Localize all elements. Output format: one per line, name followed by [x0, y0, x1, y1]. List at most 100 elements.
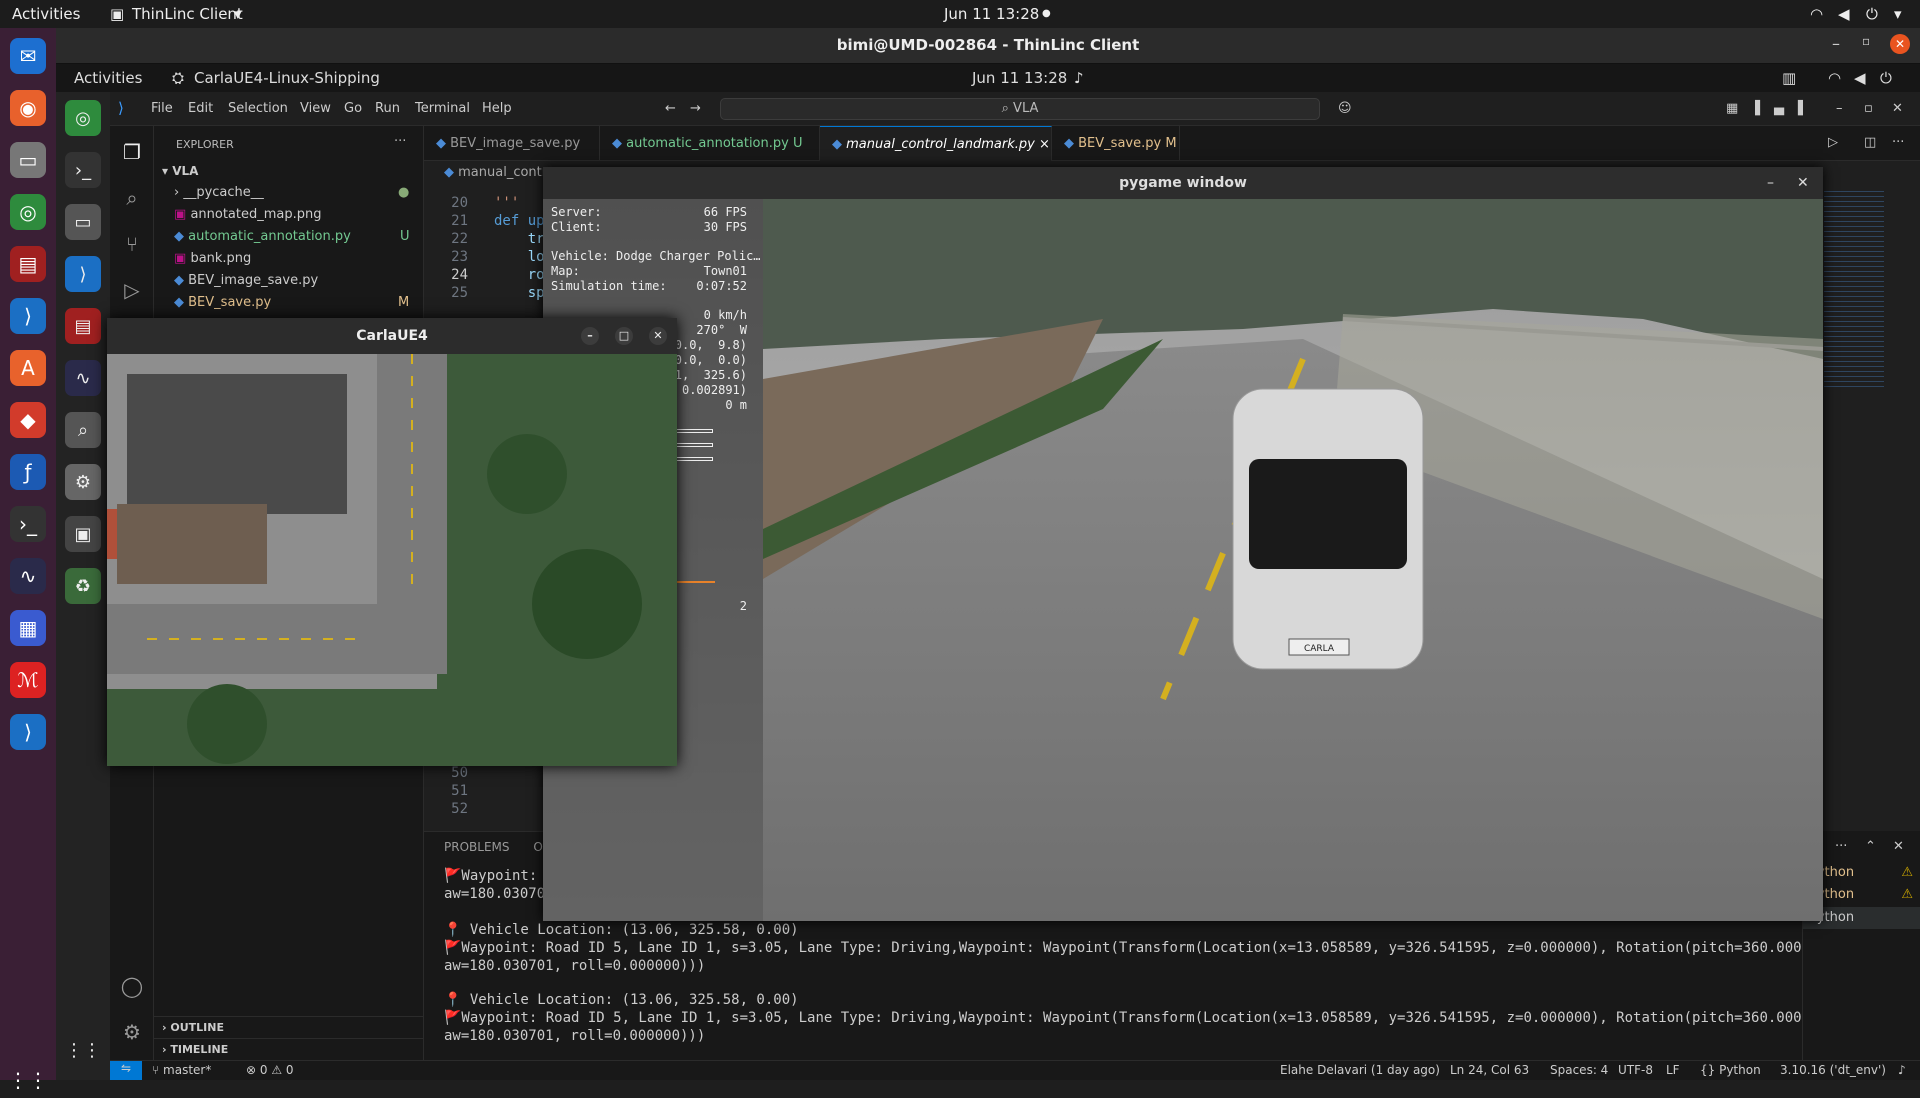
vscode-2-icon[interactable]: ⟩	[10, 714, 46, 750]
menu-selection[interactable]: Selection	[228, 101, 288, 116]
menu-terminal[interactable]: Terminal	[415, 101, 470, 116]
remote-disk-icon[interactable]: ▣	[65, 516, 101, 552]
text-editor-icon[interactable]: ℳ	[10, 662, 46, 698]
toggle-secondary-icon[interactable]: ▌	[1798, 101, 1808, 116]
search-view-icon[interactable]: ⌕	[118, 184, 146, 212]
menu-go[interactable]: Go	[344, 101, 362, 116]
remote-volume-icon[interactable]: ◀	[1854, 69, 1866, 87]
carla-maximize-icon[interactable]: □	[615, 327, 633, 345]
power-icon[interactable]: ⏻	[1866, 5, 1878, 23]
bev-view[interactable]	[107, 354, 677, 766]
volume-icon[interactable]: ◀	[1838, 5, 1850, 23]
remote-viewer-icon[interactable]: ▤	[65, 308, 101, 344]
back-arrow-icon[interactable]: ←	[665, 101, 676, 116]
bell-icon[interactable]: ♪	[1074, 69, 1084, 87]
network-icon[interactable]: ▥	[1782, 69, 1796, 87]
editor-more-icon[interactable]: ···	[1892, 135, 1904, 150]
show-apps-icon[interactable]: ⋮⋮	[8, 1062, 48, 1098]
toggle-panel-icon[interactable]: ▄	[1774, 101, 1784, 116]
app-menu[interactable]: ThinLinc Client	[132, 5, 243, 23]
remote-trash-icon[interactable]: ♻	[65, 568, 101, 604]
menu-run[interactable]: Run	[375, 101, 400, 116]
remote-wifi-icon[interactable]: ◠	[1828, 69, 1841, 87]
remote-search-icon[interactable]: ⌕	[65, 412, 101, 448]
pygame-minimize-icon[interactable]: –	[1767, 167, 1774, 199]
vscode-icon[interactable]: ⟩	[10, 298, 46, 334]
tab-manual-control-landmark[interactable]: ◆ manual_control_landmark.py ×	[820, 126, 1052, 161]
terminal-entry[interactable]: Python ⚠	[1809, 887, 1917, 902]
notifications-icon[interactable]: ♪	[1898, 1063, 1906, 1077]
copilot-icon[interactable]: ☺	[1338, 101, 1352, 116]
cursor-position[interactable]: Ln 24, Col 63	[1450, 1063, 1529, 1077]
remote-indicator-icon[interactable]: ⇋	[110, 1061, 142, 1080]
vs-minimize-icon[interactable]: –	[1836, 101, 1843, 116]
list-item[interactable]: ◆ automatic_annotation.py U	[154, 226, 424, 248]
account-icon[interactable]: ◯	[118, 972, 146, 1000]
thinlinc-icon[interactable]: ƒ	[10, 454, 46, 490]
tab-automatic-annotation[interactable]: ◆ automatic_annotation.py U	[600, 126, 820, 161]
wifi-icon[interactable]: ◠	[1810, 5, 1823, 23]
remote-monitor-icon[interactable]: ∿	[65, 360, 101, 396]
toggle-sidebar-icon[interactable]: ▐	[1750, 101, 1760, 116]
forward-arrow-icon[interactable]: →	[690, 101, 701, 116]
timeline-section[interactable]: › TIMELINE	[154, 1038, 424, 1060]
problems-indicator[interactable]: ⊗ 0 ⚠ 0	[246, 1063, 294, 1077]
menu-help[interactable]: Help	[482, 101, 512, 116]
eol[interactable]: LF	[1666, 1063, 1680, 1077]
anydesk-icon[interactable]: ◆	[10, 402, 46, 438]
indentation[interactable]: Spaces: 4	[1550, 1063, 1608, 1077]
restore-icon[interactable]: ▫	[1862, 34, 1870, 48]
explorer-icon[interactable]: ❐	[118, 138, 146, 166]
minimap[interactable]	[1824, 191, 1884, 391]
list-item[interactable]: › __pycache__ ●	[154, 182, 424, 204]
split-editor-icon[interactable]: ◫	[1864, 135, 1876, 150]
system-menu-chevron-icon[interactable]: ▾	[1894, 5, 1902, 23]
interpreter[interactable]: 3.10.16 ('dt_env')	[1780, 1063, 1886, 1077]
language-mode[interactable]: {} Python	[1700, 1063, 1761, 1077]
list-item[interactable]: ▣ bank.png	[154, 248, 424, 270]
list-item[interactable]: ◆ BEV_save.py M	[154, 292, 424, 314]
remote-settings-icon[interactable]: ⚙	[65, 464, 101, 500]
pygame-titlebar[interactable]: pygame window – ✕	[543, 167, 1823, 199]
files-icon[interactable]: ▭	[10, 142, 46, 178]
carla-titlebar[interactable]: CarlaUE4 – □ ✕	[107, 318, 677, 354]
folder-root-vla[interactable]: ▾ VLA	[154, 160, 424, 182]
remote-app-menu[interactable]: CarlaUE4-Linux-Shipping	[194, 69, 380, 87]
list-item[interactable]: ▣ annotated_map.png	[154, 204, 424, 226]
terminal-icon[interactable]: ›_	[10, 506, 46, 542]
git-blame[interactable]: Elahe Delavari (1 day ago)	[1280, 1063, 1440, 1077]
tab-bev-image-save[interactable]: ◆ BEV_image_save.py	[424, 126, 600, 161]
firefox-icon[interactable]: ◉	[10, 90, 46, 126]
terminal-entry[interactable]: Python ⚠	[1809, 865, 1917, 880]
remote-show-apps-icon[interactable]: ⋮⋮	[65, 1032, 101, 1068]
menu-file[interactable]: File	[151, 101, 173, 116]
encoding[interactable]: UTF-8	[1618, 1063, 1653, 1077]
remote-desktop-icon[interactable]: ▤	[10, 246, 46, 282]
tab-bev-save[interactable]: ◆ BEV_save.py M	[1052, 126, 1180, 161]
chrome-icon[interactable]: ◎	[10, 194, 46, 230]
list-item[interactable]: ◆ BEV_image_save.py	[154, 270, 424, 292]
remote-files-icon[interactable]: ▭	[65, 204, 101, 240]
menu-view[interactable]: View	[300, 101, 331, 116]
run-file-icon[interactable]: ▷	[1828, 135, 1838, 150]
outline-section[interactable]: › OUTLINE	[154, 1016, 424, 1038]
pygame-close-icon[interactable]: ✕	[1797, 167, 1809, 199]
manage-gear-icon[interactable]: ⚙	[118, 1018, 146, 1046]
command-center-search[interactable]: ⌕ VLA	[720, 98, 1320, 120]
remote-activities-button[interactable]: Activities	[74, 69, 142, 87]
tab-close-icon[interactable]: ×	[1039, 137, 1050, 152]
branch-indicator[interactable]: ⑂ master*	[152, 1063, 211, 1077]
carla-close-icon[interactable]: ✕	[649, 327, 667, 345]
remote-power-icon[interactable]: ⏻	[1880, 69, 1892, 87]
chevron-down-icon[interactable]: ▾	[234, 5, 242, 23]
close-panel-icon[interactable]: ✕	[1893, 839, 1904, 854]
vs-close-icon[interactable]: ✕	[1892, 101, 1903, 116]
breadcrumb[interactable]: ◆ manual_contr	[444, 165, 547, 180]
close-icon[interactable]: ✕	[1890, 34, 1910, 54]
remote-chrome-icon[interactable]: ◎	[65, 100, 101, 136]
layout-icon[interactable]: ▦	[1726, 101, 1738, 116]
remote-vscode-icon[interactable]: ⟩	[65, 256, 101, 292]
remote-clock[interactable]: Jun 11 13:28	[972, 69, 1067, 87]
screenshot-icon[interactable]: ▦	[10, 610, 46, 646]
thunderbird-icon[interactable]: ✉	[10, 38, 46, 74]
